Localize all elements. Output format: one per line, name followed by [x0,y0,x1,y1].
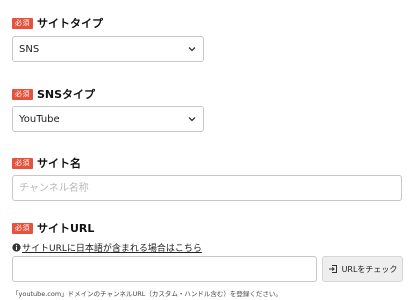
required-badge: 必須 [12,157,33,169]
japanese-url-help-text[interactable]: サイトURLに日本語が含まれる場合はこちら [22,241,202,254]
site-url-label: 必須 サイトURL [12,221,94,235]
sign-in-icon [328,265,337,273]
sns-type-select[interactable]: YouTube [12,106,204,132]
chevron-down-icon [188,47,196,52]
sns-type-label-text: SNSタイプ [37,88,96,101]
site-type-label: 必須 サイトタイプ [12,16,103,30]
site-url-label-text: サイトURL [37,222,95,235]
check-url-button-label: URLをチェック [341,264,398,274]
site-type-label-text: サイトタイプ [37,17,103,30]
sns-type-label: 必須 SNSタイプ [12,87,95,101]
check-url-button[interactable]: URLをチェック [322,256,403,282]
required-badge: 必須 [12,17,33,29]
info-icon [12,243,21,252]
required-badge: 必須 [12,88,33,100]
required-badge: 必須 [12,222,33,234]
japanese-url-help-link[interactable]: サイトURLに日本語が含まれる場合はこちら [12,241,202,254]
chevron-down-icon [188,117,196,122]
site-name-label: 必須 サイト名 [12,156,81,170]
site-url-input[interactable] [12,256,317,282]
site-type-select[interactable]: SNS [12,36,204,62]
url-format-note: 「youtube.com」ドメインのチャンネルURL（カスタム・ハンドル含む）を… [12,290,282,298]
site-name-label-text: サイト名 [37,157,81,170]
sns-type-selected-value: YouTube [19,113,60,125]
site-name-input[interactable] [12,175,402,201]
site-type-selected-value: SNS [19,43,40,55]
